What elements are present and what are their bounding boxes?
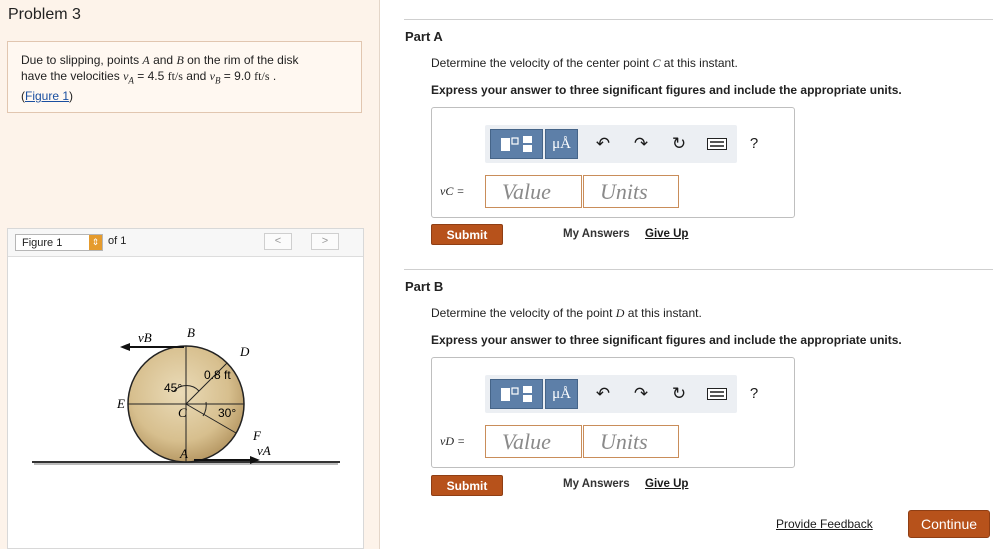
text-fragment: Due to slipping, points — [21, 53, 143, 67]
redo-icon[interactable]: ↷ — [630, 133, 652, 155]
continue-button[interactable]: Continue — [908, 510, 990, 538]
submit-button[interactable]: Submit — [431, 224, 503, 245]
var-B: B — [176, 53, 184, 67]
label-angle-30: 30° — [218, 406, 236, 420]
help-icon[interactable]: ? — [743, 133, 765, 155]
templates-icon[interactable] — [490, 129, 543, 159]
answer-label: vC = — [440, 184, 464, 199]
var-A: A — [142, 53, 150, 67]
problem-statement: Due to slipping, points A and B on the r… — [21, 52, 351, 104]
figure-select-value: Figure 1 — [22, 237, 63, 249]
answer-label: vD = — [440, 434, 465, 449]
figure-panel: Figure 1 ⇕ of 1 < > vB B D 0.8 ft 45° E … — [7, 228, 364, 549]
equation-toolbar: μÅ ↶ ↷ ↻ ? — [485, 125, 758, 163]
keyboard-icon[interactable] — [706, 383, 728, 405]
label-F: F — [252, 428, 262, 443]
figure-toolbar: Figure 1 ⇕ of 1 < > — [8, 229, 363, 257]
redo-icon[interactable]: ↷ — [630, 383, 652, 405]
part-a-question: Determine the velocity of the center poi… — [431, 56, 738, 71]
reset-icon[interactable]: ↻ — [668, 133, 690, 155]
divider — [404, 19, 993, 20]
my-answers-label: My Answers — [563, 228, 630, 240]
provide-feedback-link[interactable]: Provide Feedback — [776, 517, 873, 531]
undo-icon[interactable]: ↶ — [592, 383, 614, 405]
text-fragment: and — [182, 69, 210, 83]
text-fragment: = 9.0 — [220, 69, 255, 83]
part-a-instruction: Express your answer to three significant… — [431, 83, 902, 97]
prev-figure-button[interactable]: < — [264, 233, 292, 250]
next-figure-button[interactable]: > — [311, 233, 339, 250]
templates-icon[interactable] — [490, 379, 543, 409]
give-up-link[interactable]: Give Up — [645, 228, 688, 240]
my-answers-label: My Answers — [563, 478, 630, 490]
vB-arrowhead — [120, 343, 130, 351]
answer-label-text: vC = — [440, 184, 465, 198]
units-input[interactable]: Units — [583, 425, 679, 458]
text-fragment: on the rim of the disk — [183, 53, 299, 67]
give-up-link[interactable]: Give Up — [645, 478, 688, 490]
answer-label-text: vD = — [440, 434, 466, 448]
text-fragment: ) — [69, 89, 74, 104]
text-fragment: = 4.5 — [133, 69, 168, 83]
unit-ft-s: ft/s — [254, 69, 270, 83]
text-fragment: have the velocities — [21, 69, 124, 83]
text-fragment: at this instant. — [624, 306, 702, 320]
label-angle-45: 45° — [164, 381, 182, 395]
help-icon[interactable]: ? — [743, 383, 765, 405]
value-input[interactable]: Value — [485, 175, 582, 208]
text-fragment: . — [269, 69, 277, 83]
figure-select[interactable]: Figure 1 ⇕ — [15, 234, 103, 251]
part-b-instruction: Express your answer to three significant… — [431, 333, 902, 347]
text-fragment: and — [149, 53, 177, 67]
problem-panel: Problem 3 Due to slipping, points A and … — [0, 0, 380, 549]
units-icon[interactable]: μÅ — [545, 379, 578, 409]
equation-toolbar: μÅ ↶ ↷ ↻ ? — [485, 375, 758, 413]
label-A: A — [179, 446, 188, 461]
part-a-answer-box: μÅ ↶ ↷ ↻ ? vC = Value Units — [431, 107, 795, 218]
label-E: E — [116, 396, 125, 411]
unit-ft-s: ft/s — [167, 69, 183, 83]
keyboard-icon[interactable] — [706, 133, 728, 155]
units-icon[interactable]: μÅ — [545, 129, 578, 159]
divider — [404, 269, 993, 270]
part-a-title: Part A — [405, 29, 443, 44]
units-input[interactable]: Units — [583, 175, 679, 208]
problem-title: Problem 3 — [8, 6, 81, 23]
part-b-title: Part B — [405, 279, 444, 294]
value-input[interactable]: Value — [485, 425, 582, 458]
undo-icon[interactable]: ↶ — [592, 133, 614, 155]
text-fragment: at this instant. — [660, 56, 738, 70]
label-D: D — [239, 344, 250, 359]
submit-button[interactable]: Submit — [431, 475, 503, 496]
label-vB: vB — [138, 330, 152, 345]
text-fragment: Determine the velocity of the center poi… — [431, 56, 653, 70]
problem-statement-box: Due to slipping, points A and B on the r… — [7, 41, 362, 113]
part-b-answer-box: μÅ ↶ ↷ ↻ ? vD = Value Units — [431, 357, 795, 468]
updown-icon: ⇕ — [89, 235, 102, 250]
disk-figure: vB B D 0.8 ft 45° E C 30° F vA A — [32, 325, 340, 465]
label-B: B — [187, 325, 195, 340]
label-vA: vA — [257, 443, 271, 458]
label-distance: 0.8 ft — [204, 368, 231, 382]
figure-link[interactable]: Figure 1 — [25, 89, 69, 103]
reset-icon[interactable]: ↻ — [668, 383, 690, 405]
text-fragment: Determine the velocity of the point — [431, 306, 616, 320]
label-C: C — [178, 405, 187, 420]
figure-count: of 1 — [108, 235, 127, 247]
part-b-question: Determine the velocity of the point D at… — [431, 306, 702, 321]
